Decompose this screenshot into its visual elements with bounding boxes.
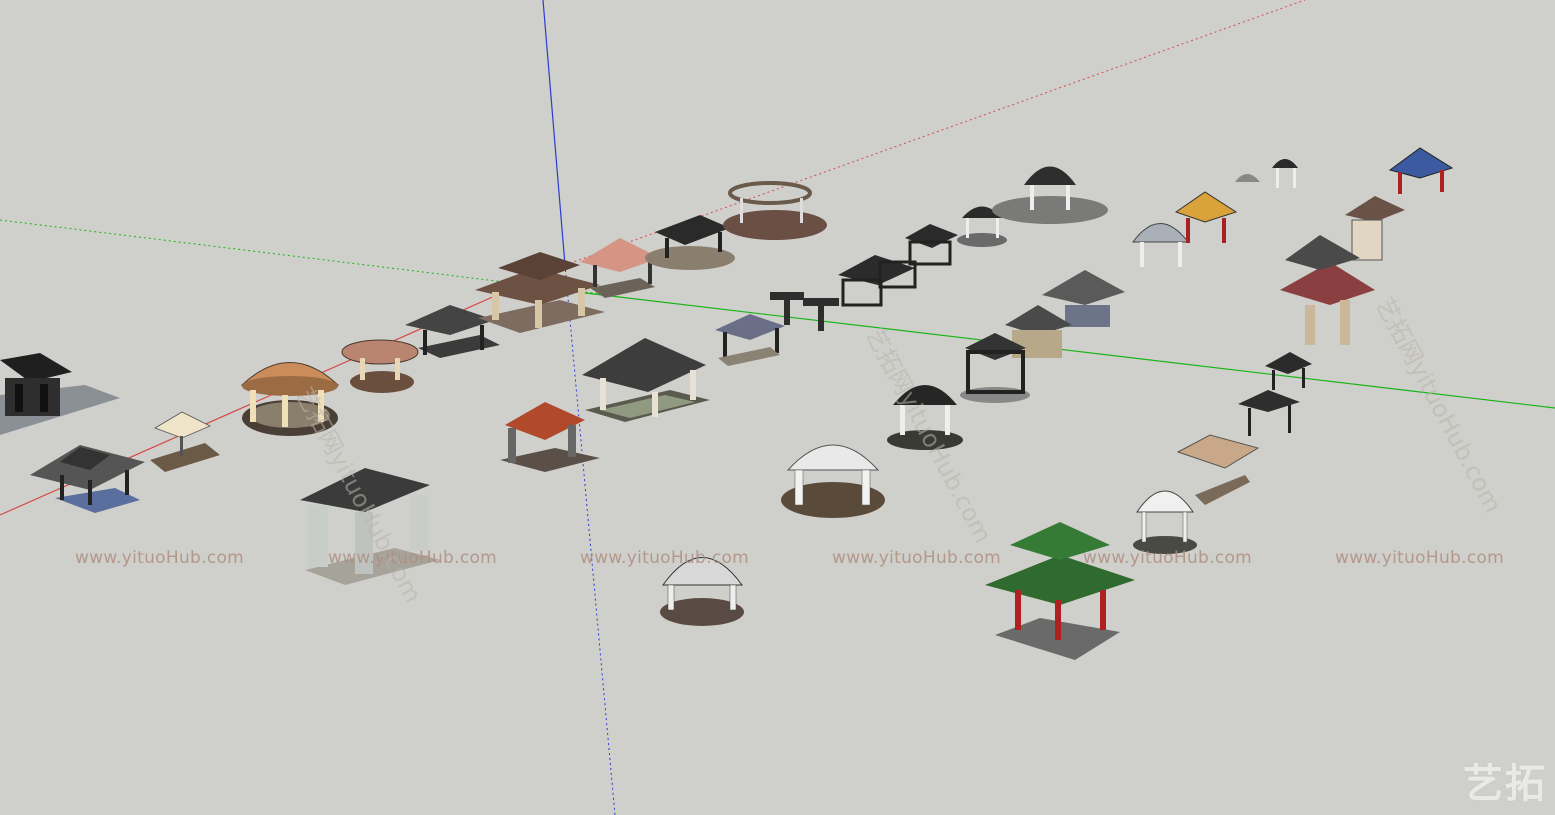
pavilion-model[interactable] [150,411,220,472]
pavilion-model[interactable] [240,362,340,437]
pavilion-model[interactable] [500,402,600,472]
pavilion-model[interactable] [30,445,145,513]
pavilion-model[interactable] [1265,352,1312,390]
pavilion-model[interactable] [0,353,120,435]
pavilion-model[interactable] [715,314,785,366]
pavilion-model[interactable] [838,255,917,307]
watermark-logo: 艺拓 [1463,761,1547,807]
pavilion-model[interactable] [781,444,885,518]
pavilion-model[interactable] [405,305,500,358]
pavilion-model[interactable] [580,238,660,298]
pavilion-model[interactable] [660,557,744,627]
pavilion-model[interactable] [905,224,958,266]
pavilion-model[interactable] [1238,390,1300,436]
pavilion-model[interactable] [1133,490,1197,554]
pavilion-model[interactable] [887,385,963,450]
pavilion-model[interactable] [1235,159,1298,188]
pavilion-model[interactable] [1174,191,1238,243]
pavilion-model[interactable] [723,181,827,240]
pavilion-model[interactable] [1132,223,1190,268]
model-scene[interactable] [0,0,1555,815]
pavilion-model[interactable] [300,468,440,585]
sketchup-viewport[interactable]: www.yituoHub.com www.yituoHub.com www.yi… [0,0,1555,815]
pavilion-model[interactable] [992,166,1108,225]
pavilion-model[interactable] [985,522,1135,660]
pavilion-model[interactable] [341,339,419,393]
blue-axis-dotted [564,264,616,815]
pavilion-model[interactable] [582,338,710,422]
pavilion-model[interactable] [1345,196,1405,261]
blue-axis [542,0,566,266]
pavilion-model[interactable] [1176,434,1260,505]
pavilion-model[interactable] [645,215,735,270]
pavilion-model[interactable] [1388,147,1454,194]
